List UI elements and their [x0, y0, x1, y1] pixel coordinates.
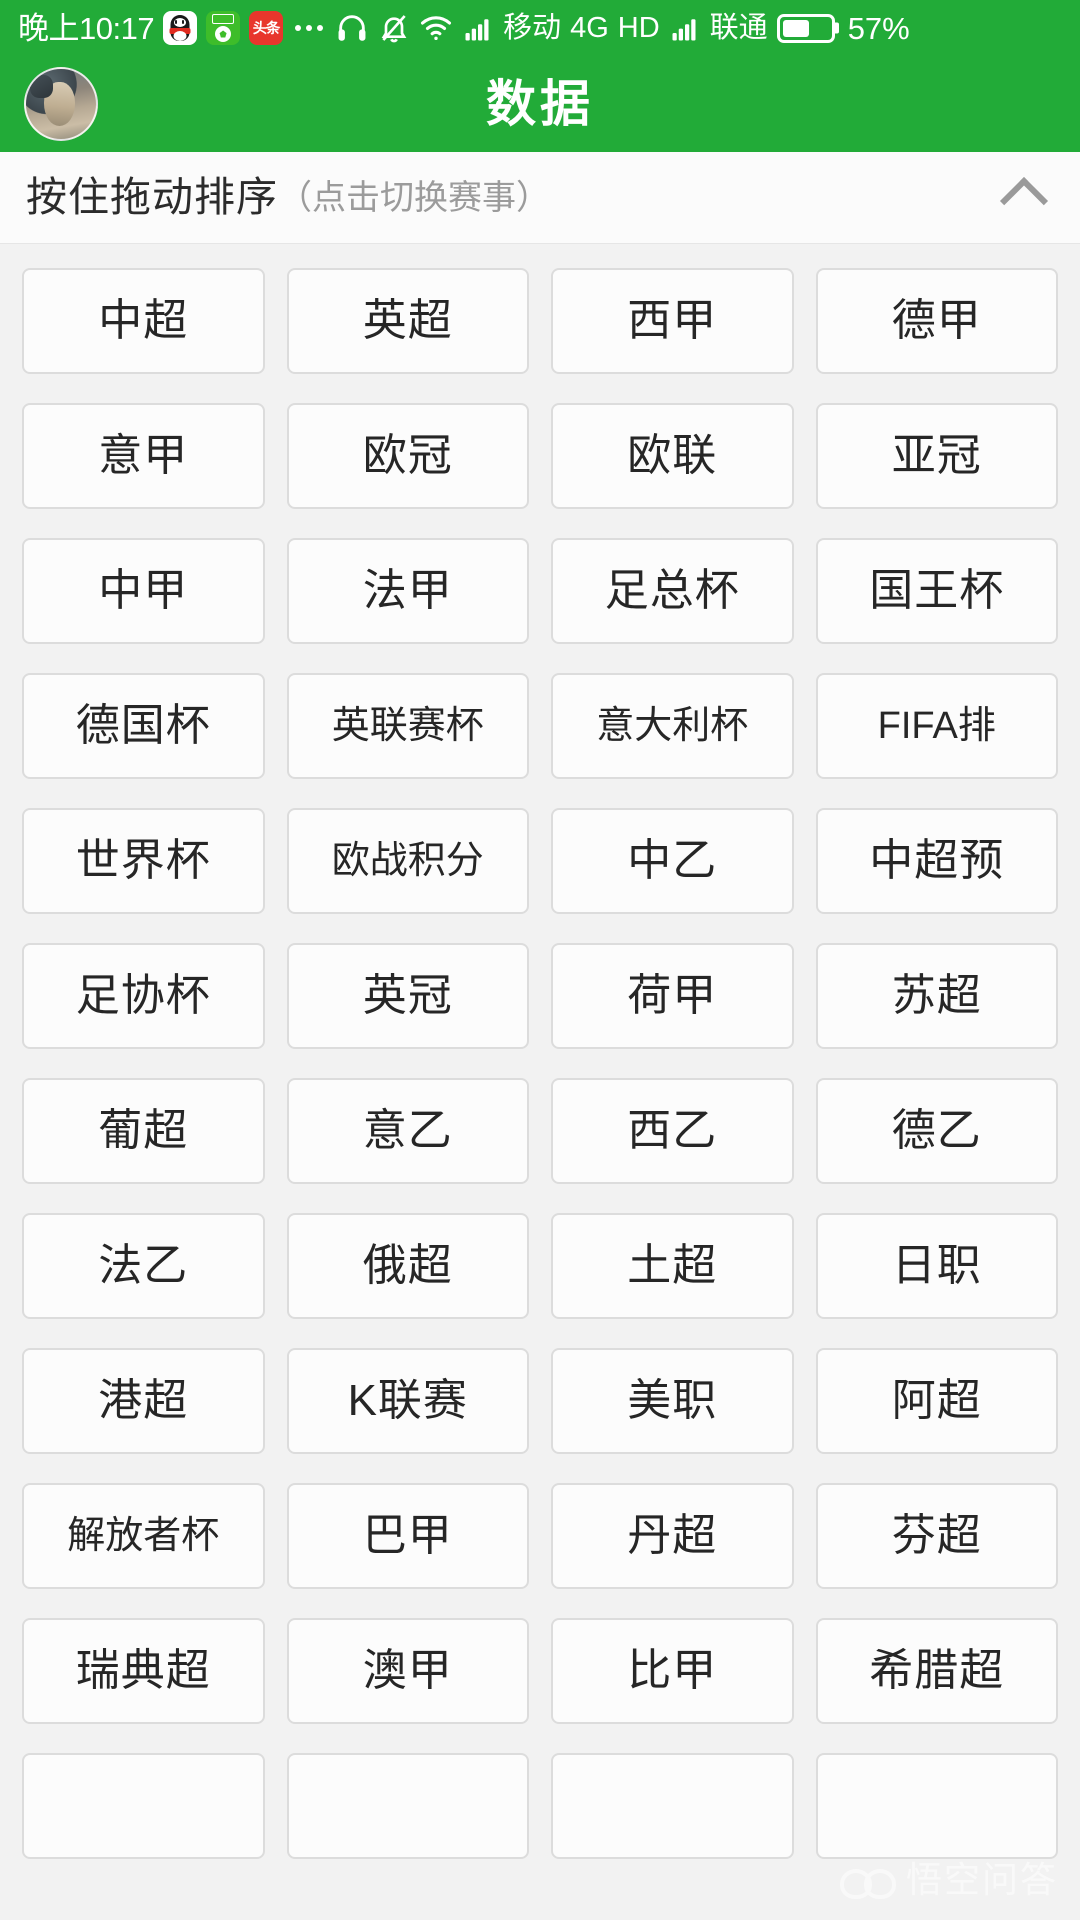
- league-tile[interactable]: 英超: [286, 268, 529, 374]
- more-notifications-icon: [292, 25, 326, 31]
- carrier-label-2: 联通: [709, 11, 768, 44]
- league-tile[interactable]: FIFA排: [815, 673, 1058, 779]
- league-tile[interactable]: 足协杯: [22, 943, 265, 1049]
- league-tile[interactable]: 瑞典超: [22, 1618, 265, 1724]
- league-tile[interactable]: 芬超: [815, 1483, 1058, 1589]
- league-tile[interactable]: 巴甲: [286, 1483, 529, 1589]
- league-tile[interactable]: 中乙: [551, 808, 794, 914]
- league-tile[interactable]: 西乙: [551, 1078, 794, 1184]
- league-tile[interactable]: 意大利杯: [551, 673, 794, 779]
- league-tile[interactable]: 德甲: [815, 268, 1058, 374]
- league-tile[interactable]: 解放者杯: [22, 1483, 265, 1589]
- hd-label: HD: [617, 11, 660, 44]
- league-tile[interactable]: 阿超: [815, 1348, 1058, 1454]
- battery-percent-label: 57%: [847, 10, 910, 46]
- league-tile[interactable]: 亚冠: [815, 403, 1058, 509]
- battery-icon: [776, 13, 835, 43]
- league-tile[interactable]: 欧冠: [286, 403, 529, 509]
- league-tile[interactable]: 比甲: [551, 1618, 794, 1724]
- bell-muted-icon: [378, 12, 410, 44]
- league-tile[interactable]: 澳甲: [286, 1618, 529, 1724]
- qq-icon: [163, 11, 198, 45]
- league-tile[interactable]: 中超: [22, 268, 265, 374]
- league-tile[interactable]: [551, 1753, 794, 1859]
- league-tile[interactable]: 美职: [551, 1348, 794, 1454]
- league-tile[interactable]: 丹超: [551, 1483, 794, 1589]
- league-tile[interactable]: 世界杯: [22, 808, 265, 914]
- status-bar: 晚上10:17 头条 移动 4G HD 联通 57%: [0, 0, 1080, 56]
- league-tile[interactable]: 葡超: [22, 1078, 265, 1184]
- league-tile[interactable]: [286, 1753, 529, 1859]
- wifi-icon: [419, 11, 453, 45]
- league-tile[interactable]: [815, 1753, 1058, 1859]
- headset-icon: [335, 11, 369, 45]
- league-tile[interactable]: 中甲: [22, 538, 265, 644]
- league-tile[interactable]: 意乙: [286, 1078, 529, 1184]
- carrier-label-1: 移动: [503, 11, 562, 44]
- signal-bars-icon-2: [669, 13, 701, 43]
- app-title-bar: 数据: [0, 56, 1080, 152]
- league-tile[interactable]: 俄超: [286, 1213, 529, 1319]
- league-tile[interactable]: 法乙: [22, 1213, 265, 1319]
- league-tile[interactable]: 希腊超: [815, 1618, 1058, 1724]
- league-tile[interactable]: 港超: [22, 1348, 265, 1454]
- phone-screen: 晚上10:17 头条 移动 4G HD 联通 57% 数据 按住拖动排序 （点击…: [0, 0, 1080, 1920]
- status-clock: 晚上10:17: [18, 10, 155, 46]
- league-tile[interactable]: 荷甲: [551, 943, 794, 1049]
- league-tile[interactable]: 德乙: [815, 1078, 1058, 1184]
- toutiao-icon: 头条: [249, 11, 284, 45]
- sort-hint-main-label: 按住拖动排序: [26, 174, 278, 220]
- league-tile[interactable]: [22, 1753, 265, 1859]
- page-title: 数据: [486, 76, 594, 132]
- league-grid-scroll-area[interactable]: 中超 英超 西甲 德甲意甲 欧冠 欧联 亚冠中甲 法甲 足总杯 国王杯德国杯 英联赛杯 意大利杯 FIF…: [0, 244, 1080, 1920]
- league-tile[interactable]: 日职: [815, 1213, 1058, 1319]
- football-app-icon: [206, 11, 241, 45]
- league-tile[interactable]: 欧联: [551, 403, 794, 509]
- chevron-up-icon[interactable]: [1002, 176, 1046, 220]
- toutiao-icon-label: 头条: [252, 19, 281, 37]
- network-type-label: 4G: [570, 11, 609, 44]
- sort-hint-header[interactable]: 按住拖动排序 （点击切换赛事）: [0, 152, 1080, 244]
- league-tile[interactable]: 中超预: [815, 808, 1058, 914]
- sort-hint-sub-label: （点击切换赛事）: [278, 178, 550, 217]
- signal-bars-icon-1: [462, 13, 494, 43]
- user-avatar[interactable]: [24, 67, 98, 141]
- league-tile[interactable]: 西甲: [551, 268, 794, 374]
- league-tile[interactable]: 英冠: [286, 943, 529, 1049]
- league-tile[interactable]: K联赛: [286, 1348, 529, 1454]
- league-tile[interactable]: 法甲: [286, 538, 529, 644]
- league-grid: 中超 英超 西甲 德甲意甲 欧冠 欧联 亚冠中甲 法甲 足总杯 国王杯德国杯 英联赛杯 意大利杯 FIF…: [22, 268, 1058, 1859]
- league-tile[interactable]: 德国杯: [22, 673, 265, 779]
- league-tile[interactable]: 苏超: [815, 943, 1058, 1049]
- league-tile[interactable]: 意甲: [22, 403, 265, 509]
- league-tile[interactable]: 土超: [551, 1213, 794, 1319]
- league-tile[interactable]: 英联赛杯: [286, 673, 529, 779]
- league-tile[interactable]: 国王杯: [815, 538, 1058, 644]
- league-tile[interactable]: 足总杯: [551, 538, 794, 644]
- league-tile[interactable]: 欧战积分: [286, 808, 529, 914]
